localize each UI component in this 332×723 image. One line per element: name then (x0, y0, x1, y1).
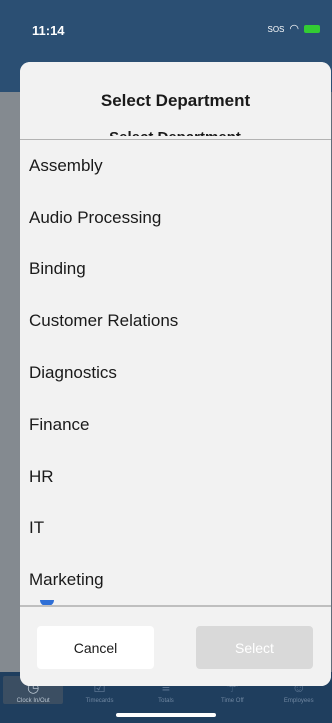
app-background-strip (0, 92, 20, 672)
modal-header: Select Department Select Department (20, 62, 331, 140)
modal-title: Select Department (100, 91, 251, 110)
modal-title-echo: Select Department (100, 126, 250, 136)
department-option[interactable]: Marketing (20, 554, 331, 606)
carrier-label: SOS (267, 24, 285, 34)
department-option[interactable]: IT (20, 503, 331, 555)
status-indicators: SOS ◠ (267, 23, 320, 35)
select-department-modal: Select Department Select Department Asse… (20, 62, 331, 686)
tab-label: Timecards (85, 698, 114, 704)
tab-label: Clock In/Out (16, 698, 50, 704)
department-option[interactable]: Audio Processing (20, 192, 331, 244)
home-indicator (116, 713, 216, 717)
battery-icon (304, 25, 320, 33)
tab-label: Employees (283, 698, 314, 704)
tab-label: Time Off (221, 698, 244, 704)
status-time: 11:14 (32, 23, 65, 38)
department-option[interactable]: Binding (20, 244, 331, 296)
select-button[interactable]: Select (196, 626, 313, 669)
department-option[interactable]: HR (20, 451, 331, 503)
department-list[interactable]: Assembly Audio Processing Binding Custom… (20, 140, 331, 606)
department-option[interactable]: Diagnostics (20, 347, 331, 399)
department-option[interactable]: Customer Relations (20, 295, 331, 347)
department-option[interactable]: Finance (20, 399, 331, 451)
wifi-icon: ◠ (289, 23, 299, 35)
department-option[interactable]: Assembly (20, 140, 331, 192)
cancel-button[interactable]: Cancel (37, 626, 154, 669)
status-bar: 11:14 SOS ◠ (0, 0, 332, 60)
tab-label: Totals (158, 698, 174, 704)
modal-footer: Cancel Select (20, 607, 331, 686)
